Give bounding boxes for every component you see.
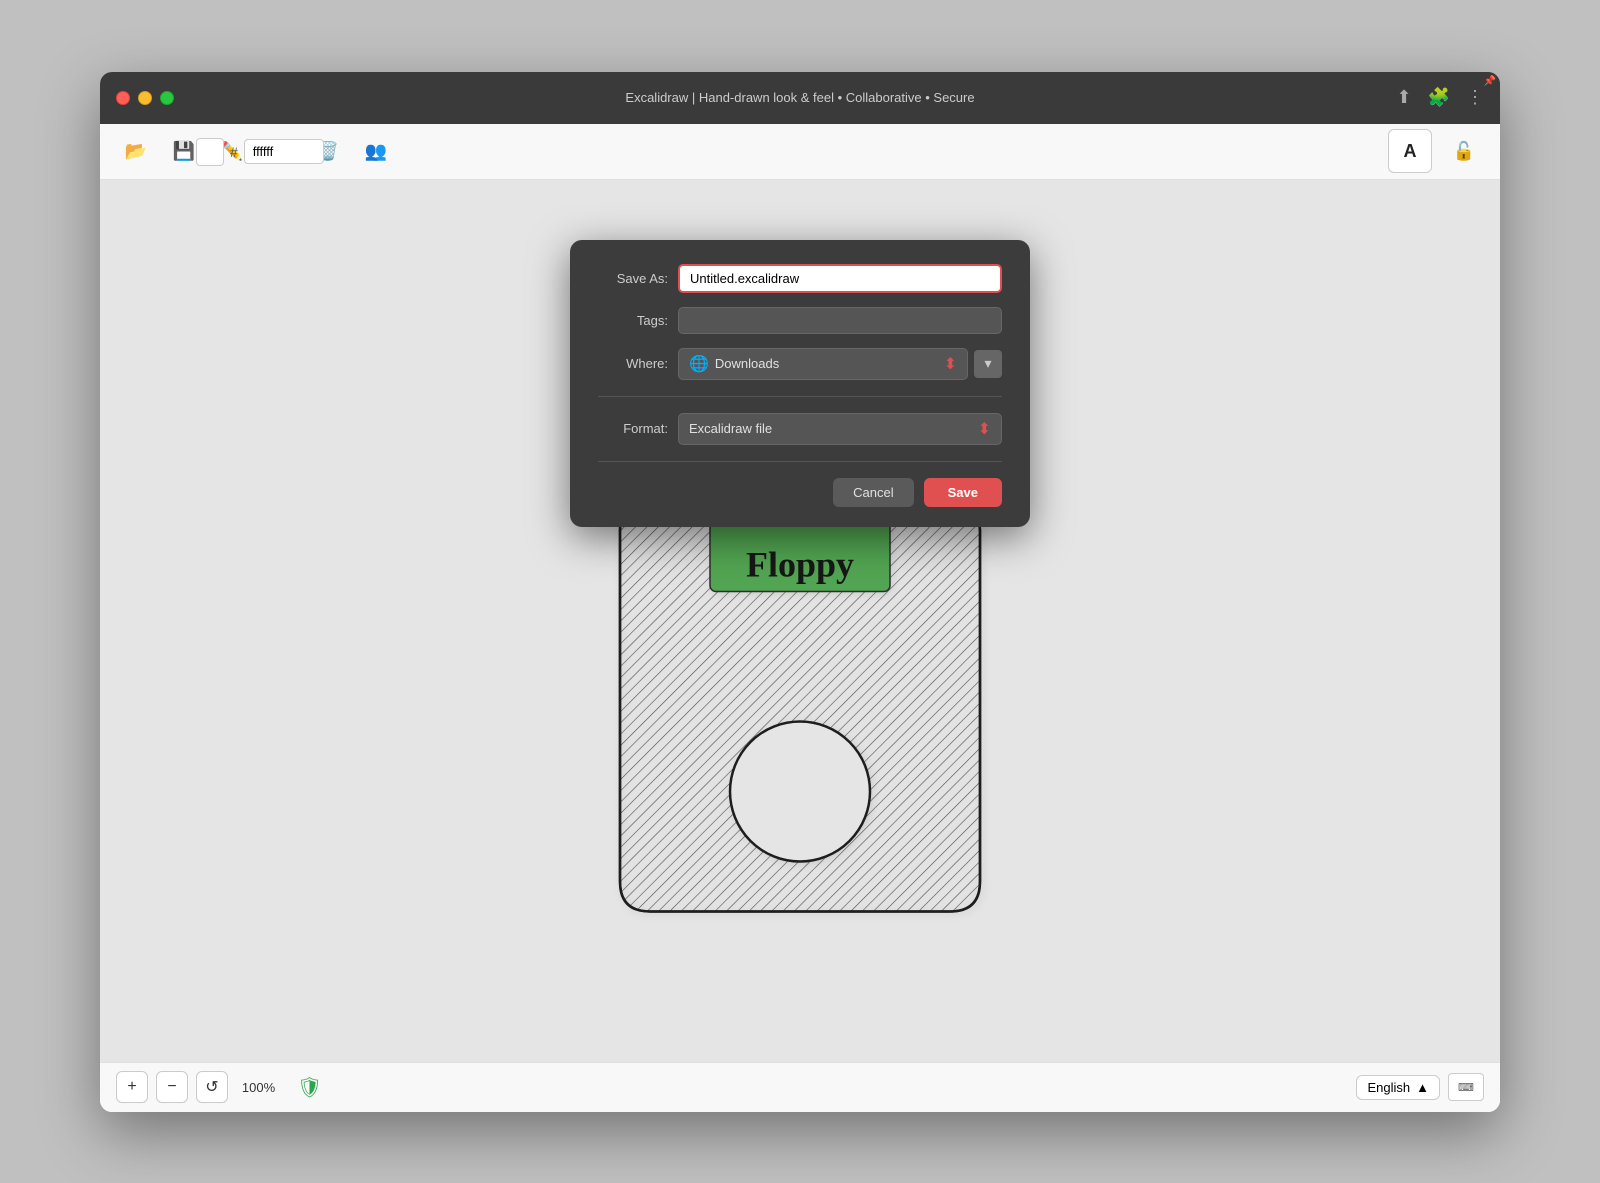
- pin-icon: 📌: [1484, 76, 1496, 87]
- language-value: English: [1367, 1080, 1410, 1095]
- language-dropdown[interactable]: English ▲: [1356, 1075, 1440, 1100]
- app-window: Excalidraw | Hand-drawn look & feel • Co…: [100, 72, 1500, 1112]
- zoom-out-button[interactable]: −: [156, 1071, 188, 1103]
- maximize-button[interactable]: [160, 91, 174, 105]
- lock-btn[interactable]: 🔓: [1444, 131, 1484, 171]
- format-arrows-icon: ⬍: [978, 419, 991, 439]
- cancel-button[interactable]: Cancel: [833, 478, 913, 507]
- toolbar: 📂 💾 ✏️ 📤 🗑️ 👥 A 🔓 #: [100, 124, 1500, 180]
- share-icon[interactable]: ⬆: [1396, 87, 1411, 108]
- titlebar: Excalidraw | Hand-drawn look & feel • Co…: [100, 72, 1500, 124]
- save-button[interactable]: Save: [924, 478, 1002, 507]
- save-as-row: Save As:: [598, 264, 1002, 293]
- close-button[interactable]: [116, 91, 130, 105]
- chevron-up-icon: ▲: [1416, 1080, 1429, 1095]
- save-as-input[interactable]: [678, 264, 1002, 293]
- color-swatch[interactable]: [196, 138, 224, 166]
- format-label: Format:: [598, 421, 668, 436]
- where-value: Downloads: [715, 356, 779, 371]
- puzzle-icon[interactable]: 🧩: [1428, 87, 1450, 108]
- font-btn[interactable]: A: [1388, 129, 1432, 173]
- where-expand-btn[interactable]: ▾: [974, 350, 1002, 378]
- language-selector: English ▲ ⌨: [1356, 1073, 1484, 1101]
- tags-row: Tags:: [598, 307, 1002, 334]
- where-folder-icon: 🌐: [689, 354, 709, 374]
- format-dropdown[interactable]: Excalidraw file ⬍: [678, 413, 1002, 445]
- font-icon: A: [1404, 141, 1417, 162]
- reset-zoom-button[interactable]: ↺: [196, 1071, 228, 1103]
- where-arrows-icon: ⬍: [944, 354, 957, 374]
- dialog-separator-2: [598, 461, 1002, 462]
- shield-icon: 🛡: [297, 1075, 322, 1100]
- color-hex-input[interactable]: [244, 139, 324, 164]
- color-picker-area: #: [196, 138, 324, 166]
- where-container: 🌐 Downloads ⬍ ▾: [678, 348, 1002, 380]
- reset-zoom-icon: ↺: [205, 1077, 218, 1097]
- dialog-separator: [598, 396, 1002, 397]
- tags-label: Tags:: [598, 313, 668, 328]
- dialog-buttons: Cancel Save: [598, 478, 1002, 507]
- format-row: Format: Excalidraw file ⬍: [598, 413, 1002, 445]
- traffic-lights: [116, 91, 174, 105]
- window-title: Excalidraw | Hand-drawn look & feel • Co…: [625, 90, 974, 105]
- tags-input[interactable]: [678, 307, 1002, 334]
- titlebar-icons: ⬆ 🧩 ⋮: [1396, 87, 1484, 108]
- keyboard-icon[interactable]: ⌨: [1448, 1073, 1484, 1101]
- format-value: Excalidraw file: [689, 421, 772, 436]
- collaborators-btn[interactable]: 👥: [356, 131, 396, 171]
- bottombar: + − ↺ 100% 🛡 English ▲ ⌨: [100, 1062, 1500, 1112]
- dialog-overlay: Save As: Tags: Where: 🌐: [100, 180, 1500, 1062]
- canvas-area[interactable]: Floppy Save As: Tags:: [100, 180, 1500, 1062]
- save-as-label: Save As:: [598, 271, 668, 286]
- minimize-button[interactable]: [138, 91, 152, 105]
- where-row: Where: 🌐 Downloads ⬍ ▾: [598, 348, 1002, 380]
- zoom-controls: + − ↺ 100% 🛡: [116, 1071, 322, 1103]
- hash-label: #: [230, 144, 238, 160]
- zoom-level: 100%: [236, 1080, 281, 1095]
- where-label: Where:: [598, 356, 668, 371]
- save-dialog: Save As: Tags: Where: 🌐: [570, 240, 1030, 527]
- app-content: 📂 💾 ✏️ 📤 🗑️ 👥 A 🔓 #: [100, 124, 1500, 1112]
- where-dropdown[interactable]: 🌐 Downloads ⬍: [678, 348, 968, 380]
- zoom-in-button[interactable]: +: [116, 1071, 148, 1103]
- open-folder-btn[interactable]: 📂: [116, 131, 156, 171]
- chevron-down-icon: ▾: [984, 355, 991, 372]
